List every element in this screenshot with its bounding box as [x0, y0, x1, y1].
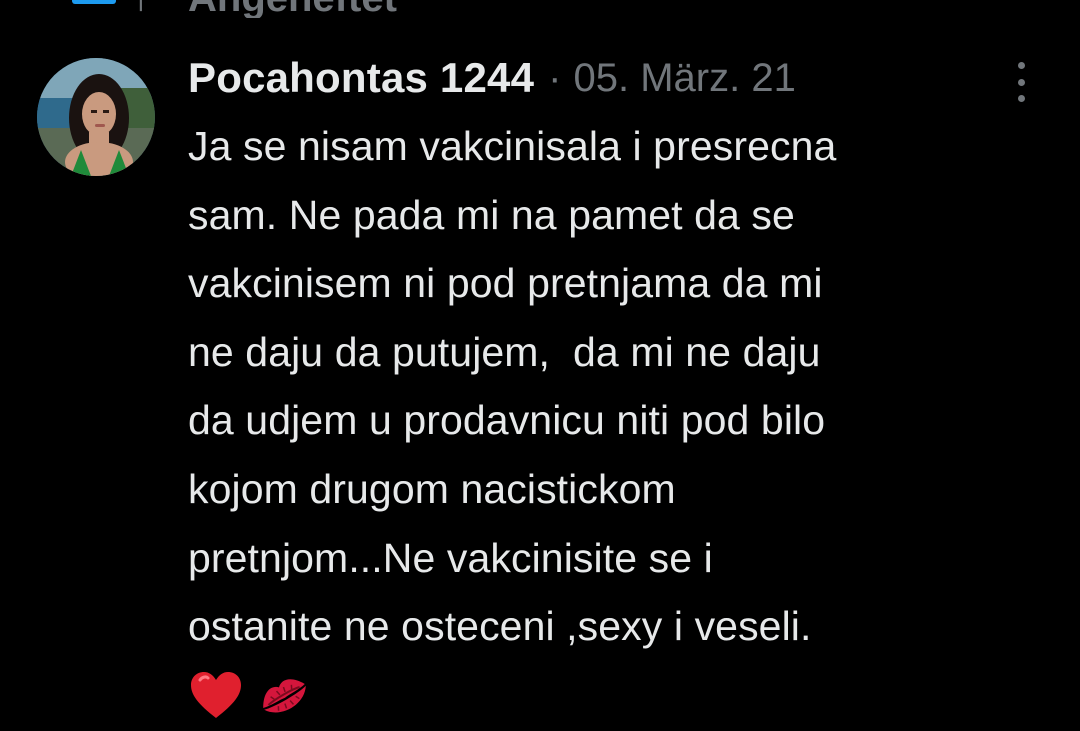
- pinned-context-row: ⊤ Angeheftet: [0, 0, 1080, 18]
- tweet-text-line: Ja se nisam vakcinisala i presrecna: [188, 123, 837, 169]
- user-avatar[interactable]: [37, 58, 155, 176]
- tweet-text-line: vakcinisem ni pod pretnjama da mi: [188, 260, 823, 307]
- tweet-text-line: ostanite ne osteceni ,sexy i veseli.: [188, 603, 812, 650]
- red-heart-emoji: [191, 671, 241, 718]
- tweet-text-line: ne daju da putujem, da mi ne daju: [188, 328, 821, 375]
- tweet-text-line: da udjem u prodavnicu niti pod bilo: [188, 397, 826, 444]
- more-dot: [1017, 78, 1025, 86]
- emoji-row: [188, 661, 1058, 731]
- more-options-icon[interactable]: [1004, 62, 1038, 102]
- kiss-mark-emoji: [263, 679, 306, 713]
- pin-icon: ⊤: [126, 0, 156, 18]
- tweet-text-line: pretnjom...Ne vakcinisite se i: [188, 534, 713, 581]
- tweet-header: Pocahontas 1244 · 05. März. 21: [188, 50, 796, 106]
- pinned-label: Angeheftet: [188, 0, 397, 18]
- tweet-text-line: kojom drugom nacistickom: [188, 465, 676, 512]
- meta-separator: ·: [548, 55, 562, 100]
- tweet-timestamp[interactable]: 05. März. 21: [574, 56, 796, 101]
- tweet-text-line: sam. Ne pada mi na pamet da se: [188, 191, 795, 238]
- accent-indicator: [72, 0, 116, 4]
- more-dot: [1017, 62, 1025, 69]
- tweet-text: Ja se nisam vakcinisala i presrecna sam.…: [188, 112, 1058, 731]
- author-name[interactable]: Pocahontas 1244: [188, 54, 534, 102]
- more-dot: [1017, 95, 1025, 102]
